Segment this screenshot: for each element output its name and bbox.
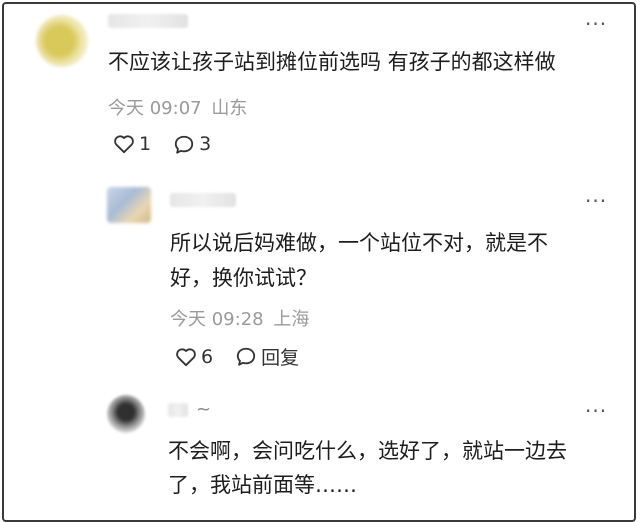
comment-text-line-1: 所以说后妈难做，一个站位不对，就是不	[170, 231, 548, 255]
reply-count: 3	[199, 133, 212, 155]
like-button[interactable]: 1	[113, 133, 151, 155]
username-blurred[interactable]	[168, 403, 188, 417]
reply-button[interactable]: 回复	[235, 343, 299, 370]
heart-icon	[114, 135, 134, 154]
comment-3: ~ ··· 不会啊，会问吃什么，选好了，就站一边去 了，我站前面等……	[0, 385, 640, 511]
reply-label: 回复	[261, 347, 300, 369]
comment-bubble-icon	[236, 347, 256, 366]
comment-actions: 6 回复	[175, 343, 321, 370]
comment-actions: 1 3	[113, 133, 233, 155]
like-count: 6	[201, 345, 214, 368]
comment-bubble-icon	[174, 135, 194, 154]
username-suffix: ~	[196, 399, 212, 420]
comment-meta: 今天 09:28 上海	[170, 305, 309, 331]
more-options-icon[interactable]: ···	[585, 14, 607, 34]
comment-text-line-2: 好，换你试试？	[170, 266, 317, 290]
avatar[interactable]	[107, 187, 151, 223]
like-count: 1	[139, 133, 152, 155]
comment-text-line-1: 不会啊，会问吃什么，选好了，就站一边去	[168, 439, 567, 463]
comment-time: 今天 09:07	[108, 98, 202, 119]
username-blurred[interactable]	[170, 193, 236, 207]
username-blurred[interactable]	[108, 14, 188, 28]
comment-2: ··· 所以说后妈难做，一个站位不对，就是不 好，换你试试？ 今天 09:28 …	[0, 175, 640, 385]
comment-text: 不应该让孩子站到摊位前选吗 有孩子的都这样做	[108, 50, 556, 74]
avatar[interactable]	[107, 395, 145, 433]
like-button[interactable]: 6	[175, 346, 213, 368]
more-options-icon[interactable]: ···	[585, 401, 607, 421]
heart-icon	[176, 347, 196, 366]
comment-meta: 今天 09:07 山东	[108, 94, 247, 120]
comment-location: 山东	[211, 98, 248, 119]
comment-time: 今天 09:28	[170, 309, 264, 330]
comment-1: ··· 不应该让孩子站到摊位前选吗 有孩子的都这样做 今天 09:07 山东 1…	[0, 0, 640, 175]
more-options-icon[interactable]: ···	[585, 191, 607, 211]
comment-location: 上海	[273, 309, 310, 330]
comment-text-line-2: 了，我站前面等……	[168, 473, 357, 497]
avatar[interactable]	[36, 15, 88, 67]
replies-button[interactable]: 3	[173, 133, 211, 155]
